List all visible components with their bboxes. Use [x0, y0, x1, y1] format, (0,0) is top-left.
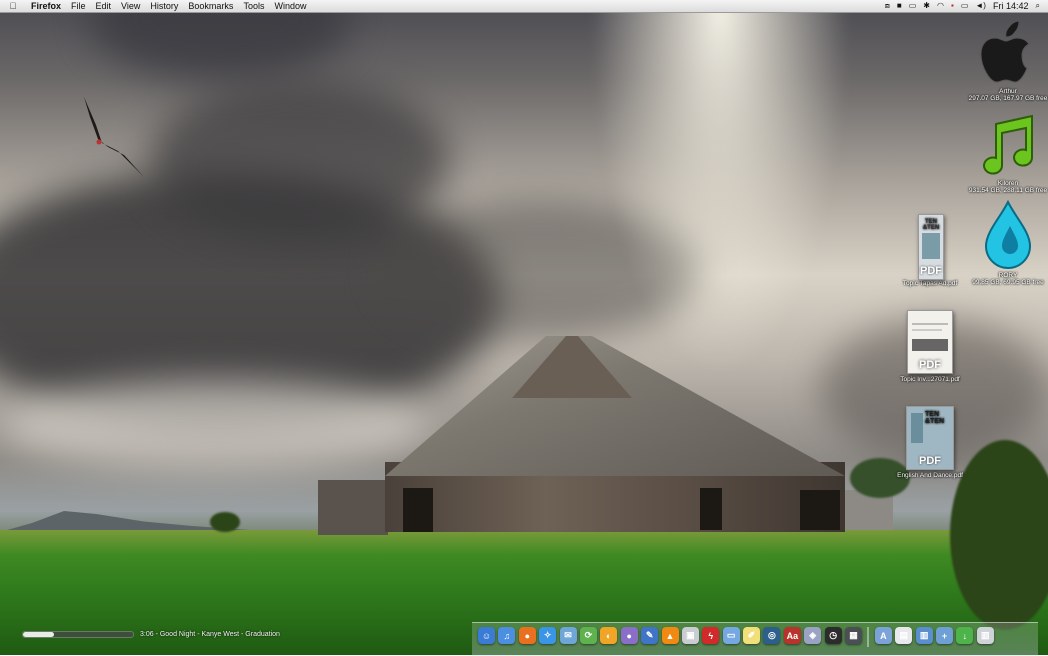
notes-icon[interactable]: ✐	[743, 627, 761, 644]
applications-icon[interactable]: A	[874, 627, 892, 644]
search-icon[interactable]: ⌕	[1036, 0, 1040, 12]
finder-icon[interactable]: ☺	[478, 627, 495, 644]
app-menu-firefox[interactable]: Firefox	[26, 0, 66, 12]
menu-history[interactable]: History	[145, 0, 183, 12]
screen-icon[interactable]: ■	[897, 0, 902, 12]
clock-icon[interactable]: ◷	[824, 627, 842, 644]
flag-icon[interactable]: ▪	[951, 0, 954, 12]
downloads-icon[interactable]: ↓	[956, 627, 974, 644]
volume-icon[interactable]: ◄)	[975, 0, 986, 12]
cube-icon[interactable]: ◈	[804, 627, 822, 644]
desktop-wallpaper	[0, 0, 1048, 655]
drive-info: 99.85 GB, 69.95 GB free	[972, 279, 1044, 286]
menu-edit[interactable]: Edit	[91, 0, 117, 12]
now-playing-text: 3:06 - Good Night - Kanye West - Graduat…	[140, 631, 280, 638]
pdf-cover-text: TEN &TEN	[922, 219, 940, 231]
firefox-icon[interactable]: ●	[518, 627, 536, 644]
dropbox-icon[interactable]: ⧈	[885, 0, 890, 12]
pdf-badge: PDF	[920, 265, 942, 277]
documents-icon[interactable]: ▤	[895, 627, 913, 644]
screen-capture-icon[interactable]: ▦	[845, 627, 863, 644]
drive-name: Kiloren	[997, 180, 1019, 187]
pdf-badge: PDF	[919, 455, 941, 467]
dock-separator	[867, 627, 870, 647]
drive-name: Arthur	[999, 88, 1017, 95]
bird-icon	[84, 97, 144, 177]
feather-icon[interactable]: ✎	[641, 627, 659, 644]
menu-tools[interactable]: Tools	[238, 0, 269, 12]
dictionary-icon[interactable]: Aa	[783, 627, 801, 644]
ball-icon[interactable]: ●	[620, 627, 638, 644]
mail-icon[interactable]: ✉	[559, 627, 577, 644]
flash-icon[interactable]: ϟ	[702, 627, 720, 644]
sync-icon[interactable]: ⟳	[579, 627, 597, 644]
trash-icon[interactable]: ▥	[976, 627, 994, 644]
bluetooth-icon[interactable]: ✱	[923, 0, 930, 12]
file-name: English And Dance.pdf	[897, 472, 963, 479]
drive-kiloren[interactable]: Kiloren 931.54 GB, 288.11 GB free	[968, 112, 1048, 194]
apple-logo-icon	[980, 20, 1030, 83]
file-name: Topic Tapas Ad.pdf	[902, 280, 958, 287]
apple-icon[interactable]: 	[0, 0, 26, 12]
aperture-icon[interactable]: ◎	[763, 627, 781, 644]
safari-icon[interactable]: ✧	[539, 627, 557, 644]
track-progress-bar[interactable]	[22, 631, 134, 638]
menu-bar:  Firefox File Edit View History Bookmar…	[0, 0, 1048, 13]
pictures-icon[interactable]: ▥	[915, 627, 933, 644]
menu-view[interactable]: View	[116, 0, 145, 12]
file-topic-tapas-ad[interactable]: TEN &TEN PDF Topic Tapas Ad.pdf	[895, 212, 965, 287]
menu-window[interactable]: Window	[269, 0, 311, 12]
drive-name: RORY	[998, 272, 1018, 279]
drive-info: 297.07 GB, 167.97 GB free	[968, 95, 1048, 102]
wifi-icon[interactable]: ◠	[937, 0, 944, 12]
file-name: Topic Inv...27071.pdf	[900, 376, 960, 383]
camera-icon[interactable]: ▣	[681, 627, 699, 644]
pdf-badge: PDF	[919, 359, 941, 371]
display-icon[interactable]: ▭	[909, 0, 917, 12]
menu-bookmarks[interactable]: Bookmarks	[183, 0, 238, 12]
track-progress-fill	[23, 632, 54, 637]
music-note-icon	[983, 114, 1033, 175]
adium-icon[interactable]: ◐	[600, 627, 618, 644]
itunes-icon[interactable]: ♫	[498, 627, 516, 644]
file-topic-inv[interactable]: PDF Topic Inv...27071.pdf	[895, 308, 965, 383]
menu-file[interactable]: File	[66, 0, 91, 12]
file-english-and-dance[interactable]: TEN &TEN PDF English And Dance.pdf	[895, 404, 965, 479]
drive-rory[interactable]: RORY 99.85 GB, 69.95 GB free	[968, 199, 1048, 286]
dock-icons: ☺ ♫ ● ✧ ✉ ⟳ ◐ ● ✎ ▲ ▣ ϟ ▭ ✐ ◎ Aa ◈ ◷ ▦ A ▤ ▥ + ↓ ▥	[478, 627, 994, 647]
pictures-folder-icon[interactable]: +	[935, 627, 953, 644]
water-drop-icon	[984, 199, 1032, 269]
drive-info: 931.54 GB, 288.11 GB free	[968, 187, 1048, 194]
battery-icon[interactable]: ▭	[961, 0, 969, 12]
drive-arthur[interactable]: Arthur 297.07 GB, 167.97 GB free	[968, 20, 1048, 102]
now-playing-widget: 3:06 - Good Night - Kanye West - Graduat…	[22, 631, 280, 638]
folder-icon[interactable]: ▭	[722, 627, 740, 644]
vlc-icon[interactable]: ▲	[661, 627, 679, 644]
menubar-clock[interactable]: Fri 14:42	[993, 0, 1029, 12]
